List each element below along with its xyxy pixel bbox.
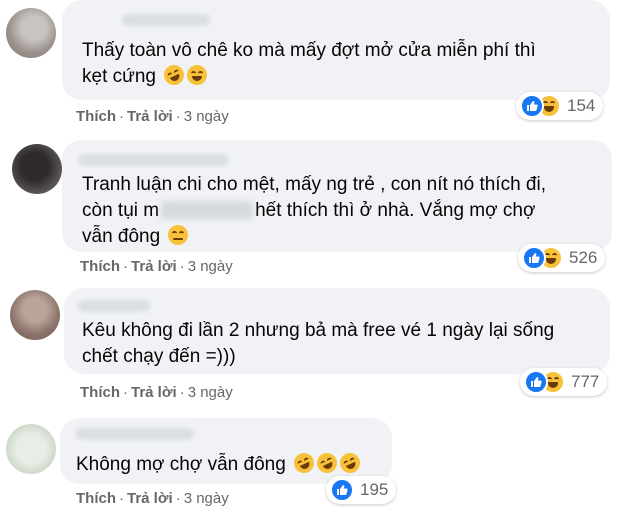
comment-text: Không mợ chợ vẫn đông [76,449,364,478]
like-link[interactable]: Thích [80,384,120,401]
timestamp[interactable]: 3 ngày [188,258,233,275]
rolling-laughing-emoji [160,61,188,89]
avatar[interactable] [12,144,62,194]
reply-link[interactable]: Trả lời [127,108,173,125]
like-link[interactable]: Thích [76,490,116,507]
reaction-summary[interactable]: 195 [326,476,397,504]
comment-text: Tranh luận chi cho mệt, mấy ng trẻ , con… [82,172,546,250]
like-icon [520,94,544,118]
rolling-laughing-emoji [313,449,341,477]
comment-text-line: hết thích thì ở nhà. Vắng mợ chợ [255,200,536,221]
comment-actions: Thích · Trả lời · 3 ngày [80,384,233,401]
comment-actions: Thích · Trả lời · 3 ngày [76,108,229,125]
comment-bubble: Không mợ chợ vẫn đông [60,418,392,484]
avatar[interactable] [6,424,56,474]
timestamp[interactable]: 3 ngày [188,384,233,401]
avatar[interactable] [10,290,60,340]
like-link[interactable]: Thích [76,108,116,125]
reply-link[interactable]: Trả lời [131,384,177,401]
reply-link[interactable]: Trả lời [127,490,173,507]
reaction-count: 526 [569,248,598,267]
comment-bubble: Thấy toàn vô chê ko mà mấy đợt mở cửa mi… [62,0,610,100]
comment-text-line: kẹt cứng [82,66,156,87]
like-icon [330,478,354,502]
author-name-redacted[interactable] [122,14,210,26]
reaction-summary[interactable]: 777 [520,368,608,396]
comment-text-line: còn tụi m [82,200,160,221]
like-link[interactable]: Thích [80,258,120,275]
comment-text-line: Tranh luận chi cho mệt, mấy ng trẻ , con… [82,174,546,195]
comment-text: Kêu không đi lần 2 nhưng bả mà free vé 1… [82,318,554,370]
redacted-text [161,201,254,219]
author-name-redacted[interactable] [78,300,150,312]
reaction-count: 195 [360,480,389,499]
like-icon [524,370,548,394]
timestamp[interactable]: 3 ngày [184,108,229,125]
comment-bubble: Kêu không đi lần 2 nhưng bả mà free vé 1… [64,288,610,374]
like-icon [522,246,546,270]
avatar[interactable] [6,8,56,58]
comment-text-line: Kêu không đi lần 2 nhưng bả mà free vé 1… [82,320,555,341]
rolling-laughing-emoji [290,449,318,477]
comment-text-line: vẫn đông [82,226,161,247]
author-name-redacted[interactable] [78,154,228,166]
reaction-count: 777 [571,372,600,391]
grinning-emoji [187,65,208,85]
reply-link[interactable]: Trả lời [131,258,177,275]
comment-actions: Thích · Trả lời · 3 ngày [80,258,233,275]
author-name-redacted[interactable] [76,428,194,440]
comment-text-line: Không mợ chợ vẫn đông [76,454,286,475]
comment-text: Thấy toàn vô chê ko mà mấy đợt mở cửa mi… [82,38,536,90]
reaction-summary[interactable]: 526 [518,244,606,272]
comment-text-line: chết chạy đến =))) [82,346,236,367]
reaction-summary[interactable]: 154 [516,92,604,120]
timestamp[interactable]: 3 ngày [184,490,229,507]
comment-bubble: Tranh luận chi cho mệt, mấy ng trẻ , con… [62,140,612,252]
comment-actions: Thích · Trả lời · 3 ngày [76,490,229,507]
rolling-laughing-emoji [336,449,364,477]
comment-text-line: Thấy toàn vô chê ko mà mấy đợt mở cửa mi… [82,40,536,61]
relieved-emoji [168,225,189,245]
reaction-count: 154 [567,96,596,115]
